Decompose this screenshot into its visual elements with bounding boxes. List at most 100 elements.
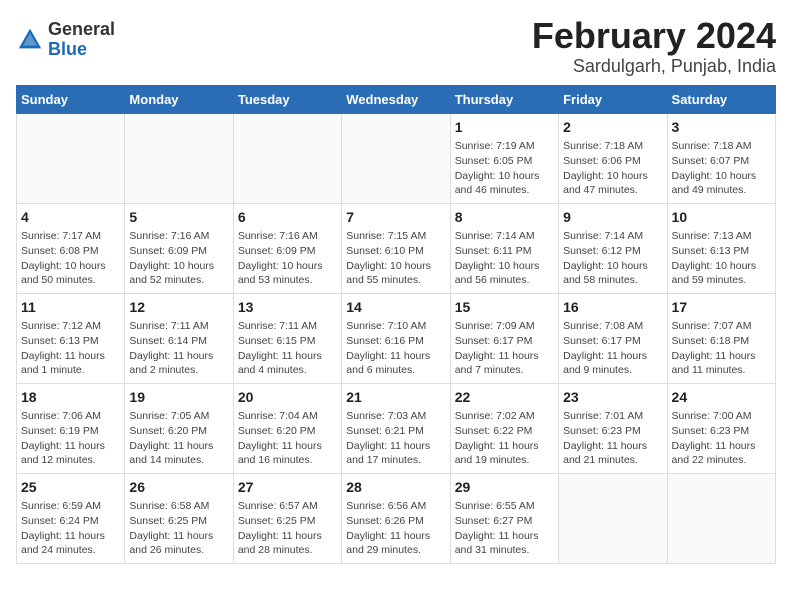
weekday-header: Sunday	[17, 85, 125, 113]
calendar-cell: 24Sunrise: 7:00 AM Sunset: 6:23 PM Dayli…	[667, 383, 775, 473]
day-info: Sunrise: 6:59 AM Sunset: 6:24 PM Dayligh…	[21, 499, 120, 558]
calendar-subtitle: Sardulgarh, Punjab, India	[532, 56, 776, 77]
calendar-cell: 13Sunrise: 7:11 AM Sunset: 6:15 PM Dayli…	[233, 293, 341, 383]
calendar-cell: 16Sunrise: 7:08 AM Sunset: 6:17 PM Dayli…	[559, 293, 667, 383]
calendar-week-row: 4Sunrise: 7:17 AM Sunset: 6:08 PM Daylig…	[17, 203, 776, 293]
day-number: 1	[455, 118, 554, 138]
calendar-table: SundayMondayTuesdayWednesdayThursdayFrid…	[16, 85, 776, 564]
day-number: 20	[238, 388, 337, 408]
day-info: Sunrise: 7:14 AM Sunset: 6:11 PM Dayligh…	[455, 229, 554, 288]
day-number: 7	[346, 208, 445, 228]
day-info: Sunrise: 7:13 AM Sunset: 6:13 PM Dayligh…	[672, 229, 771, 288]
calendar-cell: 28Sunrise: 6:56 AM Sunset: 6:26 PM Dayli…	[342, 473, 450, 563]
calendar-cell: 4Sunrise: 7:17 AM Sunset: 6:08 PM Daylig…	[17, 203, 125, 293]
calendar-cell: 19Sunrise: 7:05 AM Sunset: 6:20 PM Dayli…	[125, 383, 233, 473]
day-info: Sunrise: 7:14 AM Sunset: 6:12 PM Dayligh…	[563, 229, 662, 288]
day-info: Sunrise: 7:12 AM Sunset: 6:13 PM Dayligh…	[21, 319, 120, 378]
day-info: Sunrise: 7:03 AM Sunset: 6:21 PM Dayligh…	[346, 409, 445, 468]
day-info: Sunrise: 6:58 AM Sunset: 6:25 PM Dayligh…	[129, 499, 228, 558]
day-number: 12	[129, 298, 228, 318]
weekday-header: Thursday	[450, 85, 558, 113]
calendar-cell: 18Sunrise: 7:06 AM Sunset: 6:19 PM Dayli…	[17, 383, 125, 473]
day-number: 14	[346, 298, 445, 318]
day-info: Sunrise: 7:04 AM Sunset: 6:20 PM Dayligh…	[238, 409, 337, 468]
calendar-title: February 2024	[532, 16, 776, 56]
calendar-cell	[125, 113, 233, 203]
day-info: Sunrise: 7:05 AM Sunset: 6:20 PM Dayligh…	[129, 409, 228, 468]
calendar-cell	[17, 113, 125, 203]
day-info: Sunrise: 7:11 AM Sunset: 6:15 PM Dayligh…	[238, 319, 337, 378]
calendar-cell: 15Sunrise: 7:09 AM Sunset: 6:17 PM Dayli…	[450, 293, 558, 383]
calendar-cell: 3Sunrise: 7:18 AM Sunset: 6:07 PM Daylig…	[667, 113, 775, 203]
logo-icon	[16, 26, 44, 54]
day-number: 3	[672, 118, 771, 138]
calendar-cell	[233, 113, 341, 203]
calendar-cell: 14Sunrise: 7:10 AM Sunset: 6:16 PM Dayli…	[342, 293, 450, 383]
calendar-cell	[559, 473, 667, 563]
day-info: Sunrise: 7:01 AM Sunset: 6:23 PM Dayligh…	[563, 409, 662, 468]
day-number: 17	[672, 298, 771, 318]
page-header: General Blue February 2024 Sardulgarh, P…	[16, 16, 776, 77]
day-number: 28	[346, 478, 445, 498]
weekday-header: Monday	[125, 85, 233, 113]
day-number: 8	[455, 208, 554, 228]
day-number: 4	[21, 208, 120, 228]
calendar-cell: 20Sunrise: 7:04 AM Sunset: 6:20 PM Dayli…	[233, 383, 341, 473]
day-info: Sunrise: 7:19 AM Sunset: 6:05 PM Dayligh…	[455, 139, 554, 198]
day-info: Sunrise: 7:08 AM Sunset: 6:17 PM Dayligh…	[563, 319, 662, 378]
day-info: Sunrise: 6:57 AM Sunset: 6:25 PM Dayligh…	[238, 499, 337, 558]
day-number: 5	[129, 208, 228, 228]
weekday-header: Friday	[559, 85, 667, 113]
day-number: 25	[21, 478, 120, 498]
calendar-cell: 27Sunrise: 6:57 AM Sunset: 6:25 PM Dayli…	[233, 473, 341, 563]
calendar-cell: 5Sunrise: 7:16 AM Sunset: 6:09 PM Daylig…	[125, 203, 233, 293]
logo: General Blue	[16, 20, 115, 60]
calendar-cell	[667, 473, 775, 563]
calendar-cell: 23Sunrise: 7:01 AM Sunset: 6:23 PM Dayli…	[559, 383, 667, 473]
day-number: 11	[21, 298, 120, 318]
day-info: Sunrise: 7:02 AM Sunset: 6:22 PM Dayligh…	[455, 409, 554, 468]
day-number: 18	[21, 388, 120, 408]
day-info: Sunrise: 7:06 AM Sunset: 6:19 PM Dayligh…	[21, 409, 120, 468]
day-number: 10	[672, 208, 771, 228]
day-info: Sunrise: 7:11 AM Sunset: 6:14 PM Dayligh…	[129, 319, 228, 378]
calendar-cell: 29Sunrise: 6:55 AM Sunset: 6:27 PM Dayli…	[450, 473, 558, 563]
calendar-cell: 8Sunrise: 7:14 AM Sunset: 6:11 PM Daylig…	[450, 203, 558, 293]
day-number: 23	[563, 388, 662, 408]
day-info: Sunrise: 7:17 AM Sunset: 6:08 PM Dayligh…	[21, 229, 120, 288]
weekday-header: Saturday	[667, 85, 775, 113]
calendar-cell: 1Sunrise: 7:19 AM Sunset: 6:05 PM Daylig…	[450, 113, 558, 203]
day-info: Sunrise: 7:16 AM Sunset: 6:09 PM Dayligh…	[129, 229, 228, 288]
day-info: Sunrise: 7:09 AM Sunset: 6:17 PM Dayligh…	[455, 319, 554, 378]
calendar-cell: 22Sunrise: 7:02 AM Sunset: 6:22 PM Dayli…	[450, 383, 558, 473]
day-info: Sunrise: 7:10 AM Sunset: 6:16 PM Dayligh…	[346, 319, 445, 378]
day-info: Sunrise: 7:18 AM Sunset: 6:07 PM Dayligh…	[672, 139, 771, 198]
day-number: 15	[455, 298, 554, 318]
day-number: 29	[455, 478, 554, 498]
calendar-cell	[342, 113, 450, 203]
weekday-header: Wednesday	[342, 85, 450, 113]
day-number: 19	[129, 388, 228, 408]
day-info: Sunrise: 7:18 AM Sunset: 6:06 PM Dayligh…	[563, 139, 662, 198]
day-number: 24	[672, 388, 771, 408]
calendar-week-row: 1Sunrise: 7:19 AM Sunset: 6:05 PM Daylig…	[17, 113, 776, 203]
weekday-header: Tuesday	[233, 85, 341, 113]
day-info: Sunrise: 6:56 AM Sunset: 6:26 PM Dayligh…	[346, 499, 445, 558]
calendar-cell: 11Sunrise: 7:12 AM Sunset: 6:13 PM Dayli…	[17, 293, 125, 383]
day-info: Sunrise: 6:55 AM Sunset: 6:27 PM Dayligh…	[455, 499, 554, 558]
calendar-cell: 7Sunrise: 7:15 AM Sunset: 6:10 PM Daylig…	[342, 203, 450, 293]
calendar-cell: 21Sunrise: 7:03 AM Sunset: 6:21 PM Dayli…	[342, 383, 450, 473]
day-number: 13	[238, 298, 337, 318]
calendar-cell: 17Sunrise: 7:07 AM Sunset: 6:18 PM Dayli…	[667, 293, 775, 383]
day-number: 22	[455, 388, 554, 408]
weekday-header-row: SundayMondayTuesdayWednesdayThursdayFrid…	[17, 85, 776, 113]
calendar-week-row: 11Sunrise: 7:12 AM Sunset: 6:13 PM Dayli…	[17, 293, 776, 383]
day-info: Sunrise: 7:07 AM Sunset: 6:18 PM Dayligh…	[672, 319, 771, 378]
calendar-cell: 6Sunrise: 7:16 AM Sunset: 6:09 PM Daylig…	[233, 203, 341, 293]
day-number: 26	[129, 478, 228, 498]
day-number: 27	[238, 478, 337, 498]
day-info: Sunrise: 7:15 AM Sunset: 6:10 PM Dayligh…	[346, 229, 445, 288]
calendar-week-row: 18Sunrise: 7:06 AM Sunset: 6:19 PM Dayli…	[17, 383, 776, 473]
day-info: Sunrise: 7:16 AM Sunset: 6:09 PM Dayligh…	[238, 229, 337, 288]
calendar-cell: 9Sunrise: 7:14 AM Sunset: 6:12 PM Daylig…	[559, 203, 667, 293]
